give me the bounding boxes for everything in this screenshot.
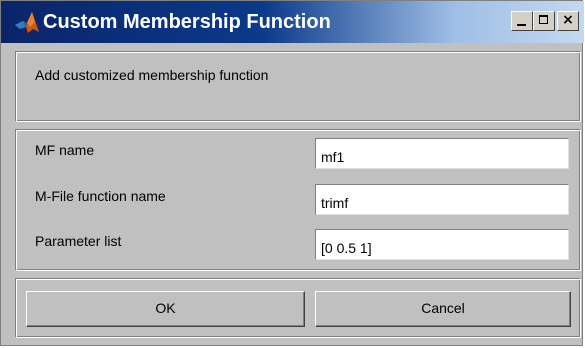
description-panel [15,51,581,122]
cancel-button[interactable]: Cancel [315,291,571,327]
matlab-logo-icon [15,12,39,33]
title-bar[interactable]: Custom Membership Function × [1,1,584,43]
maximize-icon [539,15,548,24]
mf-name-label: MF name [35,142,95,158]
mfile-function-name-label: M-File function name [35,188,166,204]
parameter-list-input[interactable] [315,229,569,260]
description-text: Add customized membership function [35,67,269,83]
close-button[interactable]: × [557,11,579,31]
dialog-window: Custom Membership Function × Add customi… [0,0,584,346]
minimize-button[interactable] [511,11,533,31]
window-title: Custom Membership Function [43,11,331,33]
maximize-button[interactable] [533,11,555,31]
mfile-function-name-input[interactable] [315,184,569,215]
parameter-list-label: Parameter list [35,233,122,249]
minimize-icon [517,24,526,26]
ok-button[interactable]: OK [26,291,305,327]
close-icon: × [562,12,574,28]
mf-name-input[interactable] [315,138,569,169]
